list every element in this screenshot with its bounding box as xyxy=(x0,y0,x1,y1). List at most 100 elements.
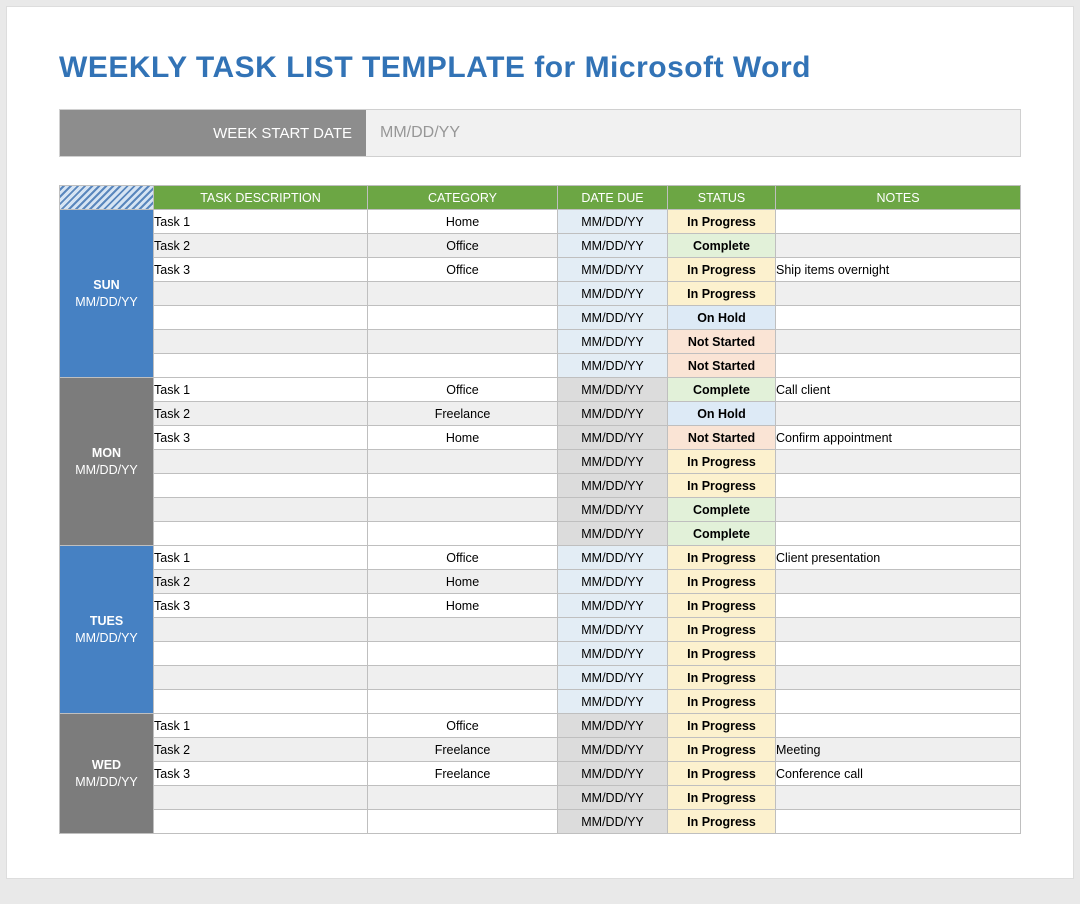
cell-status[interactable]: In Progress xyxy=(668,810,776,834)
cell-category[interactable]: Office xyxy=(368,234,558,258)
cell-date[interactable]: MM/DD/YY xyxy=(558,690,668,714)
cell-desc[interactable] xyxy=(154,786,368,810)
cell-status[interactable]: In Progress xyxy=(668,738,776,762)
cell-desc[interactable] xyxy=(154,306,368,330)
cell-desc[interactable] xyxy=(154,354,368,378)
cell-status[interactable]: In Progress xyxy=(668,594,776,618)
cell-notes[interactable] xyxy=(776,618,1021,642)
cell-status[interactable]: Not Started xyxy=(668,330,776,354)
cell-notes[interactable] xyxy=(776,570,1021,594)
cell-notes[interactable] xyxy=(776,690,1021,714)
cell-desc[interactable] xyxy=(154,690,368,714)
cell-date[interactable]: MM/DD/YY xyxy=(558,642,668,666)
cell-date[interactable]: MM/DD/YY xyxy=(558,330,668,354)
cell-desc[interactable]: Task 3 xyxy=(154,258,368,282)
cell-notes[interactable] xyxy=(776,402,1021,426)
cell-category[interactable] xyxy=(368,282,558,306)
cell-date[interactable]: MM/DD/YY xyxy=(558,618,668,642)
cell-notes[interactable]: Conference call xyxy=(776,762,1021,786)
cell-notes[interactable] xyxy=(776,330,1021,354)
cell-desc[interactable] xyxy=(154,498,368,522)
cell-notes[interactable]: Ship items overnight xyxy=(776,258,1021,282)
cell-status[interactable]: On Hold xyxy=(668,306,776,330)
cell-date[interactable]: MM/DD/YY xyxy=(558,594,668,618)
cell-date[interactable]: MM/DD/YY xyxy=(558,258,668,282)
cell-notes[interactable] xyxy=(776,810,1021,834)
cell-desc[interactable] xyxy=(154,618,368,642)
cell-desc[interactable]: Task 2 xyxy=(154,738,368,762)
cell-status[interactable]: In Progress xyxy=(668,642,776,666)
cell-notes[interactable] xyxy=(776,642,1021,666)
cell-category[interactable]: Office xyxy=(368,546,558,570)
cell-category[interactable]: Office xyxy=(368,378,558,402)
cell-status[interactable]: Not Started xyxy=(668,426,776,450)
cell-desc[interactable] xyxy=(154,282,368,306)
cell-category[interactable] xyxy=(368,474,558,498)
cell-desc[interactable]: Task 3 xyxy=(154,594,368,618)
cell-date[interactable]: MM/DD/YY xyxy=(558,498,668,522)
cell-date[interactable]: MM/DD/YY xyxy=(558,282,668,306)
cell-desc[interactable]: Task 2 xyxy=(154,570,368,594)
cell-date[interactable]: MM/DD/YY xyxy=(558,426,668,450)
cell-status[interactable]: Complete xyxy=(668,498,776,522)
cell-category[interactable] xyxy=(368,330,558,354)
cell-category[interactable]: Freelance xyxy=(368,402,558,426)
cell-notes[interactable]: Client presentation xyxy=(776,546,1021,570)
cell-category[interactable] xyxy=(368,306,558,330)
cell-category[interactable]: Home xyxy=(368,594,558,618)
cell-desc[interactable]: Task 2 xyxy=(154,402,368,426)
cell-desc[interactable]: Task 3 xyxy=(154,762,368,786)
cell-status[interactable]: On Hold xyxy=(668,402,776,426)
cell-notes[interactable]: Confirm appointment xyxy=(776,426,1021,450)
cell-category[interactable]: Freelance xyxy=(368,762,558,786)
cell-desc[interactable]: Task 3 xyxy=(154,426,368,450)
cell-category[interactable]: Home xyxy=(368,570,558,594)
cell-status[interactable]: In Progress xyxy=(668,546,776,570)
cell-status[interactable]: Not Started xyxy=(668,354,776,378)
cell-date[interactable]: MM/DD/YY xyxy=(558,402,668,426)
cell-desc[interactable]: Task 1 xyxy=(154,210,368,234)
cell-category[interactable] xyxy=(368,522,558,546)
cell-category[interactable] xyxy=(368,642,558,666)
cell-notes[interactable] xyxy=(776,666,1021,690)
cell-date[interactable]: MM/DD/YY xyxy=(558,786,668,810)
cell-category[interactable] xyxy=(368,810,558,834)
cell-date[interactable]: MM/DD/YY xyxy=(558,474,668,498)
cell-date[interactable]: MM/DD/YY xyxy=(558,570,668,594)
cell-status[interactable]: Complete xyxy=(668,234,776,258)
cell-desc[interactable]: Task 1 xyxy=(154,378,368,402)
cell-category[interactable]: Home xyxy=(368,210,558,234)
cell-status[interactable]: In Progress xyxy=(668,762,776,786)
cell-date[interactable]: MM/DD/YY xyxy=(558,450,668,474)
cell-notes[interactable] xyxy=(776,450,1021,474)
cell-date[interactable]: MM/DD/YY xyxy=(558,666,668,690)
cell-date[interactable]: MM/DD/YY xyxy=(558,738,668,762)
cell-category[interactable]: Office xyxy=(368,258,558,282)
cell-notes[interactable]: Call client xyxy=(776,378,1021,402)
cell-category[interactable] xyxy=(368,666,558,690)
cell-status[interactable]: In Progress xyxy=(668,570,776,594)
cell-status[interactable]: In Progress xyxy=(668,210,776,234)
cell-desc[interactable] xyxy=(154,642,368,666)
cell-notes[interactable] xyxy=(776,594,1021,618)
cell-status[interactable]: Complete xyxy=(668,378,776,402)
cell-desc[interactable] xyxy=(154,522,368,546)
cell-notes[interactable] xyxy=(776,306,1021,330)
cell-date[interactable]: MM/DD/YY xyxy=(558,378,668,402)
cell-desc[interactable] xyxy=(154,810,368,834)
cell-category[interactable]: Freelance xyxy=(368,738,558,762)
cell-category[interactable] xyxy=(368,498,558,522)
cell-desc[interactable]: Task 1 xyxy=(154,714,368,738)
cell-notes[interactable] xyxy=(776,522,1021,546)
cell-status[interactable]: In Progress xyxy=(668,258,776,282)
cell-notes[interactable] xyxy=(776,210,1021,234)
cell-category[interactable]: Home xyxy=(368,426,558,450)
cell-notes[interactable] xyxy=(776,498,1021,522)
cell-notes[interactable] xyxy=(776,786,1021,810)
cell-date[interactable]: MM/DD/YY xyxy=(558,306,668,330)
cell-date[interactable]: MM/DD/YY xyxy=(558,210,668,234)
cell-status[interactable]: In Progress xyxy=(668,450,776,474)
cell-status[interactable]: In Progress xyxy=(668,282,776,306)
cell-desc[interactable] xyxy=(154,474,368,498)
cell-notes[interactable] xyxy=(776,234,1021,258)
